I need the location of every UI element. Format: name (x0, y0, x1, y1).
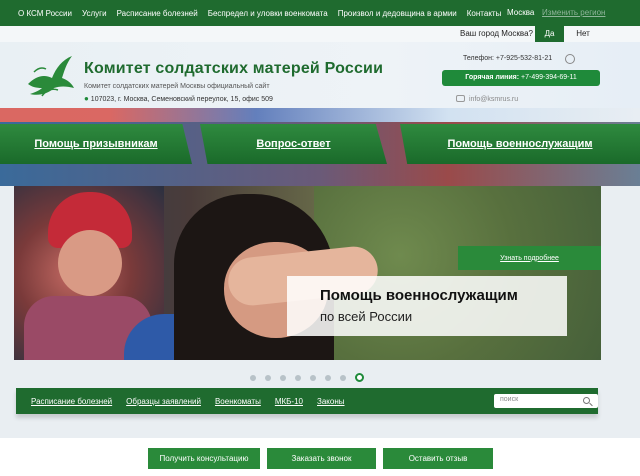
top-nav-link-hazing[interactable]: Произвол и дедовщина в армии (338, 9, 457, 18)
get-consultation-button[interactable]: Получить консультацию (148, 448, 260, 469)
current-city: Москва (507, 8, 535, 17)
dove-logo-icon[interactable] (22, 50, 76, 104)
nav-help-servicemen[interactable]: Помощь военнослужащим (400, 124, 640, 164)
slider-dot-active[interactable] (355, 373, 364, 382)
envelope-icon (456, 95, 465, 102)
subnav-link-icd10[interactable]: МКБ-10 (275, 397, 303, 406)
site-subtitle: Комитет солдатских матерей Москвы официа… (84, 83, 270, 90)
banner-caption-subtitle: по всей России (320, 309, 413, 324)
hotline-number: +7-499-394-69-11 (521, 74, 577, 81)
banner-caption: Помощь военнослужащим по всей России (287, 276, 567, 336)
hotline-label: Горячая линия: (465, 74, 520, 81)
slider-dot[interactable] (280, 374, 286, 381)
slider-dot[interactable] (265, 374, 271, 381)
top-nav-link-services[interactable]: Услуги (82, 9, 107, 18)
search-input[interactable]: поиск (494, 394, 598, 408)
top-nav-links: О КСМ России Услуги Расписание болезней … (18, 0, 501, 26)
hero-banner: Узнать подробнее Помощь военнослужащим п… (14, 186, 601, 360)
top-nav-link-about[interactable]: О КСМ России (18, 9, 72, 18)
leave-review-button[interactable]: Оставить отзыв (383, 448, 493, 469)
viber-icon[interactable] (565, 54, 575, 64)
address-text: 107023, г. Москва, Семеновский переулок,… (90, 96, 273, 103)
top-nav-link-recruitment-office[interactable]: Беспредел и уловки военкомата (208, 9, 328, 18)
nav-faq[interactable]: Вопрос-ответ (200, 124, 387, 164)
site-address: ● 107023, г. Москва, Семеновский переуло… (84, 94, 273, 103)
learn-more-button[interactable]: Узнать подробнее (458, 246, 601, 270)
subnav-link-recruitment-offices[interactable]: Военкоматы (215, 397, 261, 406)
subnav-link-sample-applications[interactable]: Образцы заявлений (126, 397, 201, 406)
search-icon[interactable] (583, 397, 590, 404)
slider-dot[interactable] (295, 374, 301, 381)
flag-stripe (0, 108, 640, 122)
location-pin-icon: ● (84, 94, 89, 103)
banner-caption-title: Помощь военнослужащим (320, 287, 518, 304)
email-text: info@ksmrus.ru (469, 96, 519, 103)
banner-figure-face (58, 230, 122, 296)
request-call-button[interactable]: Заказать звонок (267, 448, 376, 469)
secondary-nav-links: Расписание болезней Образцы заявлений Во… (31, 388, 345, 414)
slider-dot[interactable] (250, 374, 256, 381)
email-contact[interactable]: info@ksmrus.ru (456, 95, 518, 103)
subnav-link-laws[interactable]: Законы (317, 397, 345, 406)
city-no-button[interactable]: Нет (566, 26, 600, 42)
slider-dots (250, 373, 364, 382)
nav-help-conscripts[interactable]: Помощь призывникам (0, 124, 192, 164)
city-confirmation-bar: Ваш город Москва? Да Нет (0, 26, 640, 42)
search-placeholder: поиск (500, 396, 519, 403)
site-header: Комитет солдатских матерей России Комите… (0, 42, 640, 122)
top-nav-link-disease-schedule[interactable]: Расписание болезней (117, 9, 198, 18)
top-nav-link-contacts[interactable]: Контакты (467, 9, 502, 18)
site-title: Комитет солдатских матерей России (84, 60, 384, 77)
main-nav-band: Помощь призывникам Вопрос-ответ Помощь в… (0, 122, 640, 186)
slider-dot[interactable] (325, 374, 331, 381)
change-region-link[interactable]: Изменить регион (542, 8, 605, 17)
subnav-link-disease-schedule[interactable]: Расписание болезней (31, 397, 112, 406)
city-question: Ваш город Москва? (460, 29, 533, 38)
slider-dot[interactable] (310, 374, 316, 381)
phone-number[interactable]: Телефон: +7-925-532-81-21 (463, 55, 552, 62)
hotline-button[interactable]: Горячая линия: +7-499-394-69-11 (442, 70, 600, 86)
slider-dot[interactable] (340, 374, 346, 381)
secondary-navigation: Расписание болезней Образцы заявлений Во… (16, 388, 598, 414)
top-navigation: О КСМ России Услуги Расписание болезней … (0, 0, 640, 26)
city-yes-button[interactable]: Да (535, 26, 564, 42)
